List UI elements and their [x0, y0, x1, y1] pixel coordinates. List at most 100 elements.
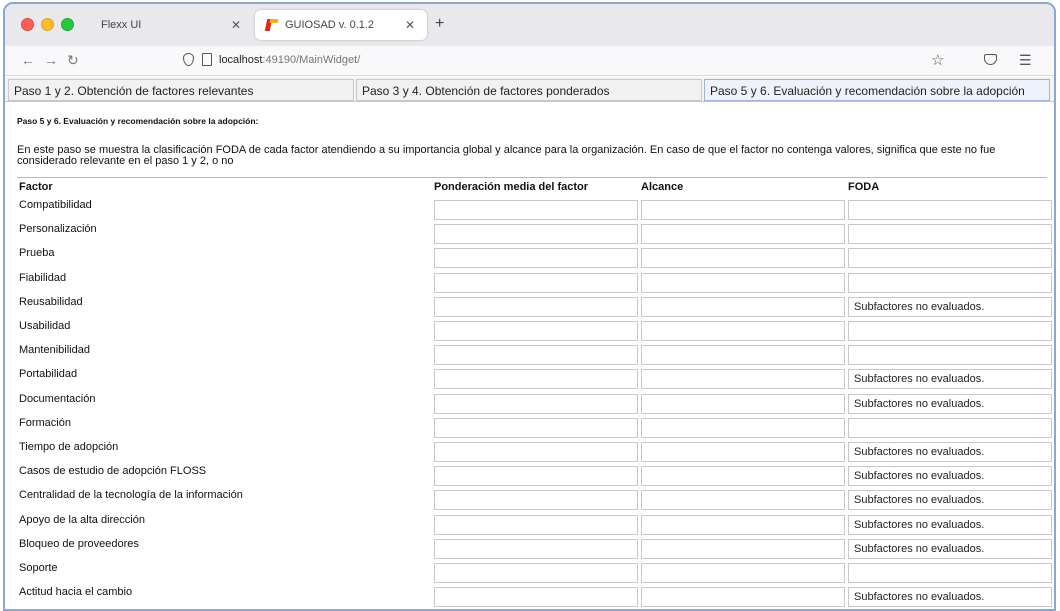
back-arrow-icon[interactable]: ←	[21, 52, 35, 68]
url-input[interactable]: localhost:49190/MainWidget/	[219, 54, 360, 66]
foda-field[interactable]	[848, 248, 1052, 269]
alcance-field[interactable]	[641, 272, 845, 293]
factor-label: Documentación	[19, 392, 96, 405]
foda-field[interactable]	[848, 272, 1052, 293]
page-title: Paso 5 y 6. Evaluación y recomendación s…	[17, 116, 259, 126]
ponderacion-field[interactable]	[434, 466, 638, 487]
ponderacion-field[interactable]	[434, 417, 638, 438]
page-info-icon[interactable]	[202, 53, 212, 66]
foda-field[interactable]	[848, 417, 1052, 438]
tab-paso-3-4[interactable]: Paso 3 y 4. Obtención de factores ponder…	[356, 79, 702, 101]
alcance-field[interactable]	[641, 587, 845, 608]
guiosad-favicon-icon	[265, 18, 279, 32]
foda-field[interactable]	[848, 200, 1052, 220]
table-row: Usabilidad	[17, 315, 1052, 341]
browser-tab-bar: Flexx UI ✕ GUIOSAD v. 0.1.2 ✕ +	[5, 4, 1054, 46]
foda-field[interactable]	[848, 563, 1052, 583]
alcance-field[interactable]	[641, 345, 845, 366]
alcance-field[interactable]	[641, 393, 845, 414]
ponderacion-field[interactable]	[434, 563, 638, 583]
alcance-field[interactable]	[641, 296, 845, 317]
alcance-field[interactable]	[641, 538, 845, 559]
browser-tab-flexx[interactable]: Flexx UI ✕	[83, 10, 253, 40]
alcance-field[interactable]	[641, 466, 845, 487]
table-row: Actitud hacia el cambio Subfactores no ev…	[17, 581, 1052, 608]
browser-tab-label: Flexx UI	[101, 19, 142, 31]
ponderacion-field[interactable]	[434, 224, 638, 245]
browser-tab-guiosad[interactable]: GUIOSAD v. 0.1.2 ✕	[255, 10, 427, 40]
factor-label: Usabilidad	[19, 320, 71, 332]
close-tab-icon[interactable]: ✕	[231, 18, 241, 32]
minimize-window-button[interactable]	[41, 18, 54, 31]
factor-label: Personalización	[19, 223, 97, 236]
ponderacion-field[interactable]	[434, 538, 638, 559]
factor-label: Actitud hacia el cambio	[19, 586, 133, 599]
maximize-window-button[interactable]	[61, 18, 74, 31]
factor-label: Tiempo de adopción	[19, 441, 119, 453]
foda-field[interactable]	[848, 224, 1052, 245]
foda-field[interactable]: Subfactores no evaluados.	[848, 393, 1052, 414]
reload-icon[interactable]: ↻	[67, 52, 79, 69]
foda-field[interactable]: Subfactores no evaluados.	[848, 587, 1052, 608]
alcance-field[interactable]	[641, 563, 845, 583]
alcance-field[interactable]	[641, 248, 845, 269]
foda-field[interactable]: Subfactores no evaluados.	[848, 442, 1052, 462]
table-row: Fiabilidad	[17, 267, 1052, 293]
alcance-field[interactable]	[641, 200, 845, 220]
foda-field[interactable]: Subfactores no evaluados.	[848, 514, 1052, 535]
table-row: Documentación Subfactores no evaluados.	[17, 388, 1052, 414]
close-tab-icon[interactable]: ✕	[405, 18, 415, 32]
ponderacion-field[interactable]	[434, 345, 638, 366]
factor-label: Apoyo de la alta dirección	[19, 513, 145, 526]
ponderacion-field[interactable]	[434, 248, 638, 269]
alcance-field[interactable]	[641, 224, 845, 245]
ponderacion-field[interactable]	[434, 514, 638, 535]
app-tab-bar: Paso 1 y 2. Obtención de factores releva…	[5, 77, 1054, 102]
new-tab-icon[interactable]: +	[435, 15, 444, 33]
ponderacion-field[interactable]	[434, 587, 638, 608]
hamburger-menu-icon[interactable]: ☰	[1019, 52, 1032, 69]
alcance-field[interactable]	[641, 490, 845, 511]
foda-field[interactable]	[848, 345, 1052, 366]
tab-paso-1-2[interactable]: Paso 1 y 2. Obtención de factores releva…	[8, 79, 354, 101]
alcance-field[interactable]	[641, 442, 845, 462]
foda-field[interactable]: Subfactores no evaluados.	[848, 296, 1052, 317]
tracking-shield-icon[interactable]	[183, 53, 194, 66]
bookmark-star-icon[interactable]: ☆	[931, 51, 944, 69]
ponderacion-field[interactable]	[434, 369, 638, 390]
ponderacion-field[interactable]	[434, 442, 638, 462]
table-row: Apoyo de la alta dirección Subfactores no…	[17, 509, 1052, 535]
alcance-field[interactable]	[641, 321, 845, 341]
close-window-button[interactable]	[21, 18, 34, 31]
table-row: Portabilidad Subfactores no evaluados.	[17, 363, 1052, 390]
ponderacion-field[interactable]	[434, 393, 638, 414]
forward-arrow-icon[interactable]: →	[44, 52, 58, 68]
ponderacion-field[interactable]	[434, 200, 638, 220]
alcance-field[interactable]	[641, 514, 845, 535]
url-bar: ← → ↻ localhost:49190/MainWidget/ ☆ ☰	[5, 46, 1054, 76]
table-row: Mantenibilidad	[17, 339, 1052, 366]
browser-window: Flexx UI ✕ GUIOSAD v. 0.1.2 ✕ + ← → ↻ lo…	[3, 2, 1056, 611]
page-description: En este paso se muestra la clasificación…	[17, 144, 996, 167]
tab-paso-5-6[interactable]: Paso 5 y 6. Evaluación y recomendación s…	[704, 79, 1050, 101]
table-row: Reusabilidad Subfactores no evaluados.	[17, 291, 1052, 317]
table-row: Bloqueo de proveedores Subfactores no eva…	[17, 533, 1052, 559]
table-row: Personalización	[17, 218, 1052, 245]
foda-table: Factor Ponderación media del factor Alca…	[17, 177, 1052, 608]
url-host: localhost	[219, 54, 263, 66]
factor-label: Compatibilidad	[19, 199, 92, 211]
foda-field[interactable]: Subfactores no evaluados.	[848, 538, 1052, 559]
ponderacion-field[interactable]	[434, 321, 638, 341]
foda-field[interactable]: Subfactores no evaluados.	[848, 490, 1052, 511]
ponderacion-field[interactable]	[434, 296, 638, 317]
alcance-field[interactable]	[641, 369, 845, 390]
pocket-icon[interactable]	[984, 54, 997, 65]
ponderacion-field[interactable]	[434, 490, 638, 511]
factor-label: Fiabilidad	[19, 271, 67, 284]
foda-field[interactable]	[848, 321, 1052, 341]
ponderacion-field[interactable]	[434, 272, 638, 293]
foda-field[interactable]: Subfactores no evaluados.	[848, 466, 1052, 487]
foda-field[interactable]: Subfactores no evaluados.	[848, 369, 1052, 390]
alcance-field[interactable]	[641, 417, 845, 438]
column-header-alcance: Alcance	[641, 181, 684, 193]
